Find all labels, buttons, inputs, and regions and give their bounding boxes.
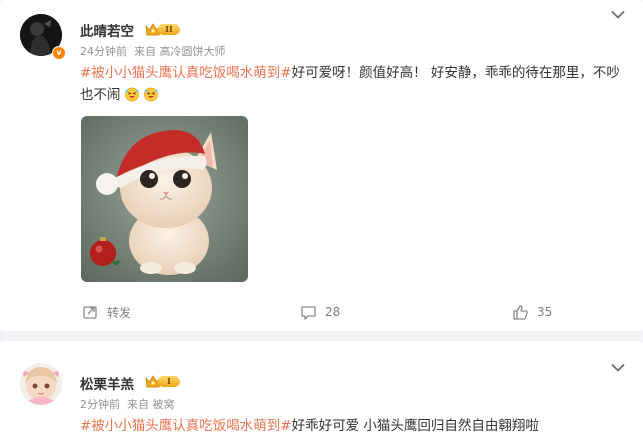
laughing-emoji-icon [124,87,139,102]
user-avatar[interactable] [20,363,62,405]
post-text: #被小小猫头鹰认真吃饭喝水萌到#好可爱呀！颜值好高！ 好安静，乖乖的待在那里，不… [80,62,628,106]
level-number: I [158,376,180,387]
verified-badge: v [52,46,66,60]
post-source: 来自 被窝 [127,398,175,411]
post-text: #被小小猫头鹰认真吃饭喝水萌到#好乖好可爱 小猫头鹰回归自然自由翱翔啦 [80,415,628,437]
level-number: II [158,24,180,35]
laughing-emoji-icon [143,87,158,102]
repost-icon [83,305,97,319]
user-name[interactable]: 松栗羊羔 [80,373,134,393]
post-meta: 24分钟前 来自 高冷圆饼大师 [80,43,233,59]
chevron-down-icon[interactable] [611,363,625,373]
topic-link[interactable]: #被小小猫头鹰认真吃饭喝水萌到# [80,65,292,81]
repost-label: 转发 [107,305,132,320]
topic-link[interactable]: #被小小猫头鹰认真吃饭喝水萌到# [80,418,292,434]
like-count: 35 [537,305,553,319]
christmas-hat-kitten-image[interactable] [81,116,248,282]
chevron-down-icon[interactable] [611,10,625,20]
repost-button[interactable]: 转发 [82,303,131,321]
post-meta: 2分钟前 来自 被窝 [80,396,182,412]
post-time[interactable]: 24分钟前 [80,45,127,58]
user-level-badge[interactable]: II [145,22,181,37]
like-button[interactable]: 35 [512,303,552,321]
post-source: 来自 高冷圆饼大师 [134,45,226,58]
comment-button[interactable]: 28 [300,303,340,321]
user-name[interactable]: 此晴若空 [80,20,134,40]
user-level-badge[interactable]: I [145,374,181,389]
post-body: 好乖好可爱 小猫头鹰回归自然自由翱翔啦 [291,418,539,434]
post-actions: 转发 28 35 [0,296,643,326]
post-time[interactable]: 2分钟前 [80,398,120,411]
post-card: v 此晴若空 II 24分钟前 来自 高冷圆饼大师 #被小小猫头鹰认真吃饭喝水萌到… [0,0,643,331]
post-card: 松栗羊羔 I 2分钟前 来自 被窝 #被小小猫头鹰认真吃饭喝水萌到#好乖好可爱 小… [0,341,643,445]
like-icon [513,304,528,320]
comment-count: 28 [325,305,341,319]
comment-icon [301,305,316,320]
